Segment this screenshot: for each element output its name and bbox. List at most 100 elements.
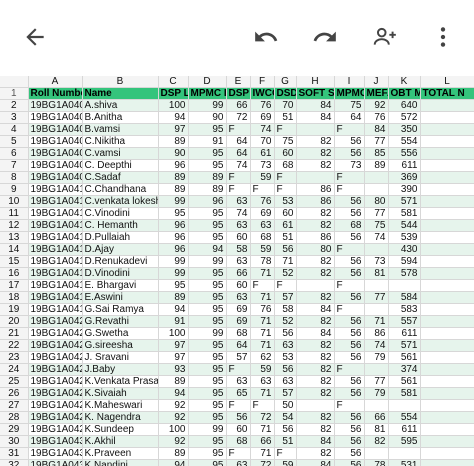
cell[interactable]: C.Nikitha [82,135,159,148]
cell[interactable]: 76 [364,111,389,124]
cell[interactable]: 572 [388,111,421,124]
cell[interactable]: 60 [226,279,251,292]
cell[interactable]: 51 [274,435,297,448]
cell[interactable]: 19BG1A043 [28,447,83,460]
cell[interactable]: 71 [250,447,275,460]
cell[interactable] [420,135,474,148]
cell[interactable]: 19BG1A043 [28,459,83,466]
cell[interactable]: 92 [158,399,189,412]
cell[interactable]: 19BG1A041 [28,279,83,292]
cell[interactable]: 59 [250,363,275,376]
cell[interactable]: 91 [188,135,227,148]
cell[interactable]: 65 [226,387,251,400]
cell[interactable]: 100 [158,327,189,340]
cell[interactable] [420,387,474,400]
cell[interactable]: 578 [388,267,421,280]
cell[interactable]: 96 [158,231,189,244]
cell[interactable]: 390 [388,183,421,196]
row-header[interactable]: 7 [0,159,29,172]
cell[interactable]: 63 [250,375,275,388]
cell[interactable]: 19BG1A042 [28,423,83,436]
cell[interactable]: 86 [296,231,335,244]
cell[interactable]: 82 [296,447,335,460]
row-header[interactable]: 13 [0,231,29,244]
add-person-icon[interactable] [370,22,400,52]
cell[interactable]: 63 [226,375,251,388]
cell[interactable]: 56 [334,207,365,220]
cell[interactable]: 583 [388,303,421,316]
cell[interactable]: 57 [274,387,297,400]
cell[interactable]: C.Vinodini [82,207,159,220]
cell[interactable]: 71 [250,267,275,280]
row-header[interactable]: 18 [0,291,29,304]
row-header[interactable]: 23 [0,351,29,364]
cell[interactable]: 99 [188,423,227,436]
cell[interactable]: 374 [388,363,421,376]
cell[interactable] [420,363,474,376]
cell[interactable]: 56 [334,423,365,436]
cell[interactable]: 66 [364,411,389,424]
cell[interactable]: 64 [226,339,251,352]
cell[interactable]: 60 [274,207,297,220]
cell[interactable]: 63 [226,291,251,304]
cell[interactable] [296,279,335,292]
cell[interactable]: 56 [334,291,365,304]
cell[interactable]: 77 [364,375,389,388]
cell[interactable]: K.Sundeep [82,423,159,436]
cell[interactable]: 89 [158,291,189,304]
cell[interactable] [420,219,474,232]
cell[interactable]: 95 [188,219,227,232]
cell[interactable]: 94 [158,111,189,124]
cell[interactable]: 100 [158,423,189,436]
cell[interactable]: 92 [364,99,389,112]
cell[interactable]: 82 [296,219,335,232]
cell[interactable]: MEFA [364,87,389,100]
cell[interactable]: 96 [188,195,227,208]
cell[interactable]: 531 [388,459,421,466]
cell[interactable]: 96 [158,243,189,256]
cell[interactable] [420,291,474,304]
row-header[interactable]: 2 [0,99,29,112]
cell[interactable]: K.Praveen [82,447,159,460]
cell[interactable]: 95 [188,387,227,400]
cell[interactable]: 56 [334,267,365,280]
cell[interactable]: F [226,399,251,412]
cell[interactable]: 369 [388,171,421,184]
cell[interactable]: 99 [188,255,227,268]
cell[interactable]: 86 [296,195,335,208]
cell[interactable]: Name [82,87,159,100]
row-header[interactable]: 19 [0,303,29,316]
cell[interactable]: F [274,123,297,136]
cell[interactable]: 56 [334,459,365,466]
cell[interactable]: 561 [388,375,421,388]
cell[interactable]: 56 [274,243,297,256]
column-header-l[interactable]: L [420,76,474,88]
cell[interactable]: 94 [188,243,227,256]
cell[interactable]: 82 [296,315,335,328]
cell[interactable]: 77 [364,291,389,304]
cell[interactable]: 69 [250,207,275,220]
cell[interactable]: 66 [226,267,251,280]
cell[interactable] [420,171,474,184]
cell[interactable]: 63 [250,219,275,232]
cell[interactable]: 72 [226,111,251,124]
cell[interactable]: 19BG1A042 [28,411,83,424]
row-header[interactable]: 15 [0,255,29,268]
cell[interactable]: 74 [364,231,389,244]
cell[interactable]: 57 [274,291,297,304]
cell[interactable]: 94 [158,459,189,466]
cell[interactable]: 64 [334,111,365,124]
cell[interactable]: 640 [388,99,421,112]
row-header[interactable]: 25 [0,375,29,388]
cell[interactable]: F [226,171,251,184]
cell[interactable] [420,435,474,448]
column-header-b[interactable]: B [82,76,159,88]
cell[interactable]: 84 [296,99,335,112]
cell[interactable]: B.vamsi [82,123,159,136]
cell[interactable]: 19BG1A042 [28,387,83,400]
cell[interactable]: C. Deepthi [82,159,159,172]
cell[interactable] [420,327,474,340]
cell[interactable]: K.Venkata Prasanna [82,375,159,388]
cell[interactable]: 19BG1A040 [28,171,83,184]
cell[interactable]: 52 [274,315,297,328]
